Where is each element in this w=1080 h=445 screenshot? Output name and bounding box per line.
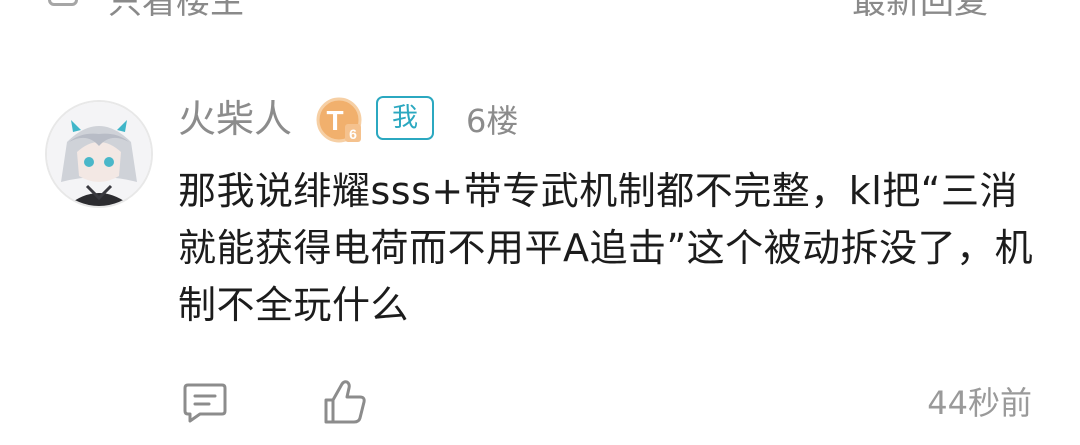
avatar[interactable] xyxy=(45,100,153,208)
username[interactable]: 火柴人 xyxy=(178,95,292,143)
level-badge-icon: T 6 xyxy=(316,97,362,143)
floor-number: 6楼 xyxy=(466,102,519,140)
comment-icon[interactable] xyxy=(182,381,228,425)
timestamp: 44秒前 xyxy=(927,384,1032,422)
level-badge-letter: T xyxy=(326,105,343,136)
me-badge: 我 xyxy=(376,96,434,140)
only-owner-toggle[interactable]: 只看楼主 xyxy=(108,0,244,23)
thumbs-up-icon[interactable] xyxy=(322,378,368,426)
sort-dropdown[interactable]: 最新回复 xyxy=(852,0,988,23)
comment-text: 那我说绯耀sss+带专武机制都不完整，kl把“三消就能获得电荷而不用平A追击”这… xyxy=(178,169,1034,327)
filter-bar: 只看楼主 最新回复 xyxy=(0,0,1080,22)
level-badge-number: 6 xyxy=(349,126,357,142)
checkbox-icon[interactable] xyxy=(48,0,78,6)
